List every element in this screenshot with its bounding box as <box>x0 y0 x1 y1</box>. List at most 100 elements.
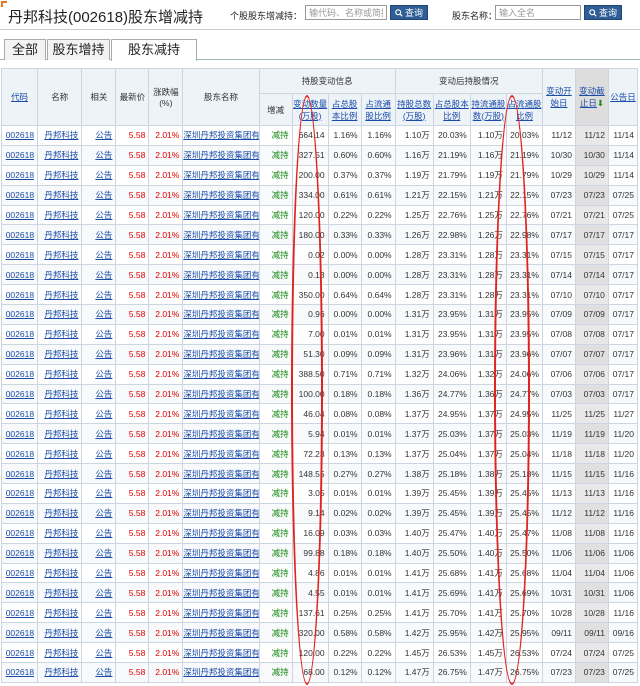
ann-link[interactable]: 公告 <box>95 190 112 200</box>
ann-link[interactable]: 公告 <box>95 290 112 300</box>
holder-link[interactable]: 深圳丹邦投资集团有限公司 <box>184 210 258 220</box>
cell-name[interactable]: 丹邦科技 <box>37 463 83 485</box>
cell-name[interactable]: 丹邦科技 <box>37 244 83 266</box>
ann-link[interactable]: 公告 <box>95 250 112 260</box>
cell-holder[interactable]: 深圳丹邦投资集团有限公司 <box>182 363 260 385</box>
name-link[interactable]: 丹邦科技 <box>44 648 78 658</box>
code-link[interactable]: 002618 <box>6 628 34 638</box>
cell-name[interactable]: 丹邦科技 <box>37 423 83 445</box>
cell-ann[interactable]: 公告 <box>81 562 117 584</box>
tab-increase[interactable]: 股东增持 <box>47 39 110 60</box>
code-link[interactable]: 002618 <box>6 230 34 240</box>
cell-name[interactable]: 丹邦科技 <box>37 522 83 544</box>
cell-code[interactable]: 002618 <box>0 224 39 246</box>
cell-code[interactable]: 002618 <box>0 244 39 266</box>
cell-holder[interactable]: 深圳丹邦投资集团有限公司 <box>182 284 260 306</box>
cell-ann[interactable]: 公告 <box>81 144 117 166</box>
tab-all[interactable]: 全部 <box>4 39 46 60</box>
code-link[interactable]: 002618 <box>6 488 34 498</box>
cell-code[interactable]: 002618 <box>0 463 39 485</box>
name-link[interactable]: 丹邦科技 <box>44 230 78 240</box>
cell-holder[interactable]: 深圳丹邦投资集团有限公司 <box>182 662 260 683</box>
cell-name[interactable]: 丹邦科技 <box>37 125 83 146</box>
name-link[interactable]: 丹邦科技 <box>44 488 78 498</box>
cell-holder[interactable]: 深圳丹邦投资集团有限公司 <box>182 125 260 146</box>
ann-link[interactable]: 公告 <box>95 628 112 638</box>
cell-ann[interactable]: 公告 <box>81 542 117 564</box>
cell-holder[interactable]: 深圳丹邦投资集团有限公司 <box>182 403 260 425</box>
cell-holder[interactable]: 深圳丹邦投资集团有限公司 <box>182 383 260 405</box>
cell-ann[interactable]: 公告 <box>81 284 117 306</box>
name-link[interactable]: 丹邦科技 <box>44 449 78 459</box>
cell-name[interactable]: 丹邦科技 <box>37 144 83 166</box>
holder-link[interactable]: 深圳丹邦投资集团有限公司 <box>184 270 258 280</box>
cell-holder[interactable]: 深圳丹邦投资集团有限公司 <box>182 204 260 226</box>
ann-link[interactable]: 公告 <box>95 409 112 419</box>
code-link[interactable]: 002618 <box>6 309 34 319</box>
cell-holder[interactable]: 深圳丹邦投资集团有限公司 <box>182 323 260 345</box>
cell-code[interactable]: 002618 <box>0 483 39 504</box>
cell-holder[interactable]: 深圳丹邦投资集团有限公司 <box>182 343 260 365</box>
ann-link[interactable]: 公告 <box>95 588 112 598</box>
code-link[interactable]: 002618 <box>6 469 34 479</box>
ann-link[interactable]: 公告 <box>95 429 112 439</box>
col-announce-date[interactable]: 公告日 <box>607 68 639 126</box>
cell-name[interactable]: 丹邦科技 <box>37 304 83 325</box>
code-link[interactable]: 002618 <box>6 210 34 220</box>
cell-code[interactable]: 002618 <box>0 542 39 564</box>
name-link[interactable]: 丹邦科技 <box>44 309 78 319</box>
cell-holder[interactable]: 深圳丹邦投资集团有限公司 <box>182 463 260 485</box>
cell-holder[interactable]: 深圳丹邦投资集团有限公司 <box>182 582 260 604</box>
cell-ann[interactable]: 公告 <box>81 224 117 246</box>
cell-code[interactable]: 002618 <box>0 323 39 345</box>
cell-code[interactable]: 002618 <box>0 443 39 465</box>
code-link[interactable]: 002618 <box>6 150 34 160</box>
cell-code[interactable]: 002618 <box>0 184 39 206</box>
holder-link[interactable]: 深圳丹邦投资集团有限公司 <box>184 508 258 518</box>
cell-ann[interactable]: 公告 <box>81 164 117 186</box>
code-link[interactable]: 002618 <box>6 608 34 618</box>
ann-link[interactable]: 公告 <box>95 667 112 677</box>
cell-holder[interactable]: 深圳丹邦投资集团有限公司 <box>182 542 260 564</box>
name-link[interactable]: 丹邦科技 <box>44 628 78 638</box>
holder-link[interactable]: 深圳丹邦投资集团有限公司 <box>184 469 258 479</box>
stock-search-input[interactable] <box>305 5 387 20</box>
cell-ann[interactable]: 公告 <box>81 264 117 286</box>
holder-link[interactable]: 深圳丹邦投资集团有限公司 <box>184 429 258 439</box>
cell-ann[interactable]: 公告 <box>81 622 117 644</box>
cell-name[interactable]: 丹邦科技 <box>37 662 83 683</box>
cell-name[interactable]: 丹邦科技 <box>37 622 83 644</box>
cell-holder[interactable]: 深圳丹邦投资集团有限公司 <box>182 224 260 246</box>
cell-name[interactable]: 丹邦科技 <box>37 224 83 246</box>
ann-link[interactable]: 公告 <box>95 608 112 618</box>
name-link[interactable]: 丹邦科技 <box>44 667 78 677</box>
cell-ann[interactable]: 公告 <box>81 244 117 266</box>
holder-link[interactable]: 深圳丹邦投资集团有限公司 <box>184 170 258 180</box>
cell-ann[interactable]: 公告 <box>81 642 117 664</box>
name-link[interactable]: 丹邦科技 <box>44 170 78 180</box>
holder-link[interactable]: 深圳丹邦投资集团有限公司 <box>184 329 258 339</box>
holder-link[interactable]: 深圳丹邦投资集团有限公司 <box>184 369 258 379</box>
cell-holder[interactable]: 深圳丹邦投资集团有限公司 <box>182 184 260 206</box>
code-link[interactable]: 002618 <box>6 130 34 140</box>
cell-name[interactable]: 丹邦科技 <box>37 542 83 564</box>
cell-code[interactable]: 002618 <box>0 582 39 604</box>
ann-link[interactable]: 公告 <box>95 389 112 399</box>
holder-link[interactable]: 深圳丹邦投资集团有限公司 <box>184 608 258 618</box>
ann-link[interactable]: 公告 <box>95 449 112 459</box>
name-link[interactable]: 丹邦科技 <box>44 389 78 399</box>
cell-holder[interactable]: 深圳丹邦投资集团有限公司 <box>182 483 260 504</box>
col-total-ratio[interactable]: 占总股本比例 <box>327 93 362 126</box>
cell-name[interactable]: 丹邦科技 <box>37 483 83 504</box>
holder-link[interactable]: 深圳丹邦投资集团有限公司 <box>184 548 258 558</box>
holder-link[interactable]: 深圳丹邦投资集团有限公司 <box>184 568 258 578</box>
cell-holder[interactable]: 深圳丹邦投资集团有限公司 <box>182 642 260 664</box>
cell-holder[interactable]: 深圳丹邦投资集团有限公司 <box>182 304 260 325</box>
cell-name[interactable]: 丹邦科技 <box>37 323 83 345</box>
ann-link[interactable]: 公告 <box>95 170 112 180</box>
name-link[interactable]: 丹邦科技 <box>44 469 78 479</box>
cell-ann[interactable]: 公告 <box>81 443 117 465</box>
cell-holder[interactable]: 深圳丹邦投资集团有限公司 <box>182 423 260 445</box>
name-link[interactable]: 丹邦科技 <box>44 130 78 140</box>
ann-link[interactable]: 公告 <box>95 150 112 160</box>
